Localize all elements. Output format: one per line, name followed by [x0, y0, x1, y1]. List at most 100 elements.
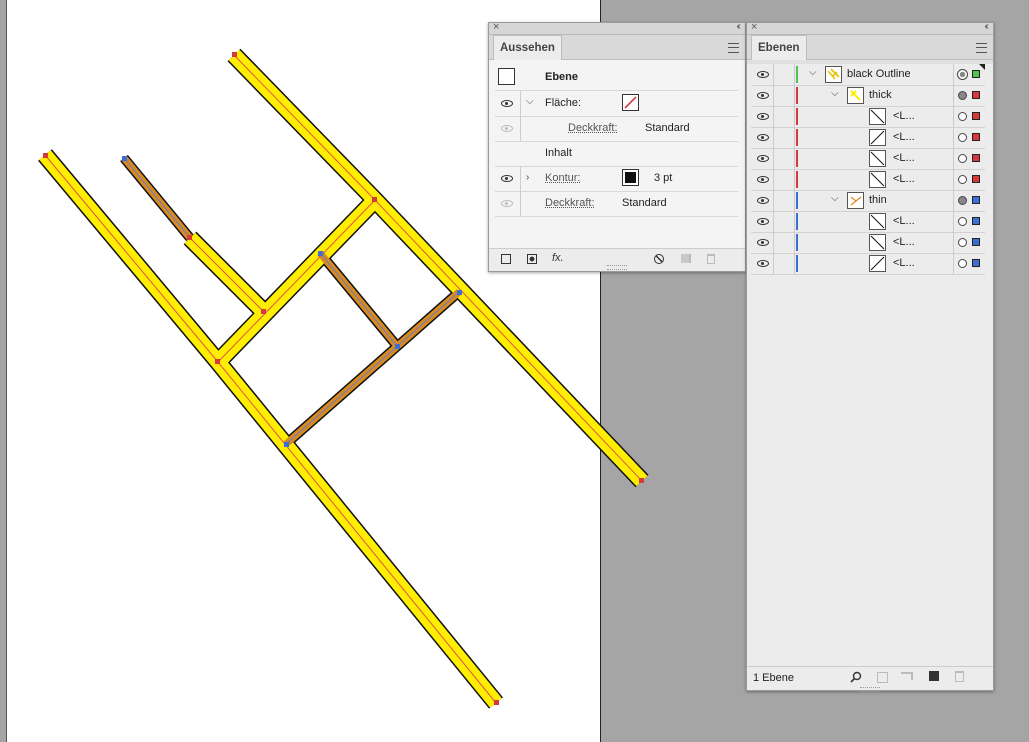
- eye-icon[interactable]: [501, 125, 513, 132]
- panel-titlebar[interactable]: × ‹‹: [489, 21, 745, 35]
- eye-icon[interactable]: [757, 71, 769, 78]
- target-circle-icon[interactable]: [958, 175, 967, 184]
- stroke-weight[interactable]: 3 pt: [654, 172, 672, 184]
- selection-square-icon[interactable]: [972, 91, 980, 99]
- layer-row[interactable]: <L...: [751, 232, 985, 254]
- stroke-row[interactable]: › Kontur: 3 pt: [495, 166, 738, 192]
- eye-icon[interactable]: [757, 92, 769, 99]
- appearance-header-row[interactable]: Ebene: [495, 65, 738, 91]
- layer-name[interactable]: <L...: [893, 110, 915, 122]
- selection-square-icon[interactable]: [972, 238, 980, 246]
- selection-square-icon[interactable]: [972, 154, 980, 162]
- eye-icon[interactable]: [501, 175, 513, 182]
- chevron-down-icon[interactable]: ⌵: [831, 88, 839, 99]
- duplicate-item-icon[interactable]: [681, 254, 691, 263]
- add-stroke-icon[interactable]: [501, 254, 511, 264]
- fx-icon[interactable]: fx.: [552, 252, 564, 264]
- eye-icon[interactable]: [501, 100, 513, 107]
- opacity-label[interactable]: Deckkraft:: [545, 197, 595, 209]
- layer-name[interactable]: thin: [869, 194, 887, 206]
- target-circle-icon[interactable]: [958, 154, 967, 163]
- eye-icon[interactable]: [757, 260, 769, 267]
- add-fill-icon[interactable]: [527, 254, 537, 264]
- tab-aussehen[interactable]: Aussehen: [493, 35, 562, 60]
- fill-opacity-row[interactable]: Deckkraft: Standard: [495, 116, 738, 142]
- selection-square-icon[interactable]: [972, 196, 980, 204]
- selection-square-icon[interactable]: [972, 133, 980, 141]
- chevron-right-icon[interactable]: ›: [526, 172, 529, 183]
- target-circle-icon[interactable]: [958, 217, 967, 226]
- lock-toggle[interactable]: [774, 148, 794, 169]
- lock-toggle[interactable]: [774, 190, 794, 211]
- selection-square-icon[interactable]: [972, 175, 980, 183]
- content-row[interactable]: Inhalt: [495, 141, 738, 167]
- panel-menu-icon[interactable]: [728, 43, 739, 53]
- layer-row[interactable]: <L...: [751, 169, 985, 191]
- collapse-icon[interactable]: ‹‹: [984, 21, 988, 32]
- layer-row[interactable]: <L...: [751, 211, 985, 233]
- layer-name[interactable]: <L...: [893, 257, 915, 269]
- lock-toggle[interactable]: [774, 64, 794, 85]
- eye-icon[interactable]: [757, 197, 769, 204]
- layer-name[interactable]: <L...: [893, 173, 915, 185]
- lock-toggle[interactable]: [774, 106, 794, 127]
- target-circle-icon[interactable]: [958, 196, 967, 205]
- new-layer-icon[interactable]: [929, 671, 939, 681]
- layer-row[interactable]: ⌵ thick: [751, 85, 985, 107]
- trash-icon[interactable]: [955, 671, 964, 682]
- layer-row[interactable]: <L...: [751, 253, 985, 275]
- selection-square-icon[interactable]: [972, 112, 980, 120]
- fill-row[interactable]: ⌵ Fläche:: [495, 91, 738, 117]
- lock-toggle[interactable]: [774, 253, 794, 274]
- search-icon[interactable]: [850, 671, 862, 683]
- layer-name[interactable]: <L...: [893, 215, 915, 227]
- layer-row[interactable]: <L...: [751, 148, 985, 170]
- chevron-down-icon[interactable]: ⌵: [526, 96, 534, 107]
- chevron-down-icon[interactable]: ⌵: [809, 67, 817, 78]
- layer-row[interactable]: <L...: [751, 106, 985, 128]
- layer-name[interactable]: black Outline: [847, 68, 911, 80]
- collapse-icon[interactable]: ‹‹: [736, 21, 740, 32]
- eye-icon[interactable]: [757, 155, 769, 162]
- make-clipping-mask-icon[interactable]: [877, 672, 888, 683]
- target-circle-icon[interactable]: [958, 238, 967, 247]
- target-circle-icon[interactable]: [958, 112, 967, 121]
- stroke-label[interactable]: Kontur:: [545, 172, 580, 184]
- layer-name[interactable]: <L...: [893, 236, 915, 248]
- lock-toggle[interactable]: [774, 232, 794, 253]
- fill-opacity-label[interactable]: Deckkraft:: [568, 122, 618, 134]
- selection-square-icon[interactable]: [972, 259, 980, 267]
- target-circle-icon[interactable]: [958, 133, 967, 142]
- lock-toggle[interactable]: [774, 85, 794, 106]
- eye-icon[interactable]: [757, 239, 769, 246]
- eye-icon[interactable]: [757, 176, 769, 183]
- lock-toggle[interactable]: [774, 127, 794, 148]
- selection-square-icon[interactable]: [972, 70, 980, 78]
- lock-toggle[interactable]: [774, 211, 794, 232]
- eye-icon[interactable]: [757, 113, 769, 120]
- close-icon[interactable]: ×: [751, 21, 757, 33]
- panel-menu-icon[interactable]: [976, 43, 987, 53]
- target-circle-icon[interactable]: [958, 91, 967, 100]
- layer-row[interactable]: <L...: [751, 127, 985, 149]
- target-circle-icon[interactable]: [957, 69, 968, 80]
- layer-name[interactable]: thick: [869, 89, 892, 101]
- lock-toggle[interactable]: [774, 169, 794, 190]
- layer-name[interactable]: <L...: [893, 131, 915, 143]
- trash-icon[interactable]: [707, 254, 715, 264]
- fill-none-swatch[interactable]: [622, 94, 639, 111]
- create-sublayer-icon[interactable]: [901, 672, 913, 680]
- layer-row[interactable]: ⌵ thin: [751, 190, 985, 212]
- chevron-down-icon[interactable]: ⌵: [831, 193, 839, 204]
- panel-titlebar[interactable]: × ‹‹: [747, 21, 993, 35]
- stroke-swatch[interactable]: [622, 169, 639, 186]
- resize-grip[interactable]: [860, 687, 880, 692]
- layer-row[interactable]: ⌵ black Outline: [751, 64, 985, 86]
- eye-icon[interactable]: [757, 218, 769, 225]
- clear-appearance-icon[interactable]: [654, 254, 664, 264]
- tab-ebenen[interactable]: Ebenen: [751, 35, 807, 60]
- resize-grip[interactable]: [607, 265, 627, 270]
- selection-square-icon[interactable]: [972, 217, 980, 225]
- close-icon[interactable]: ×: [493, 21, 499, 33]
- opacity-row[interactable]: Deckkraft: Standard: [495, 191, 738, 217]
